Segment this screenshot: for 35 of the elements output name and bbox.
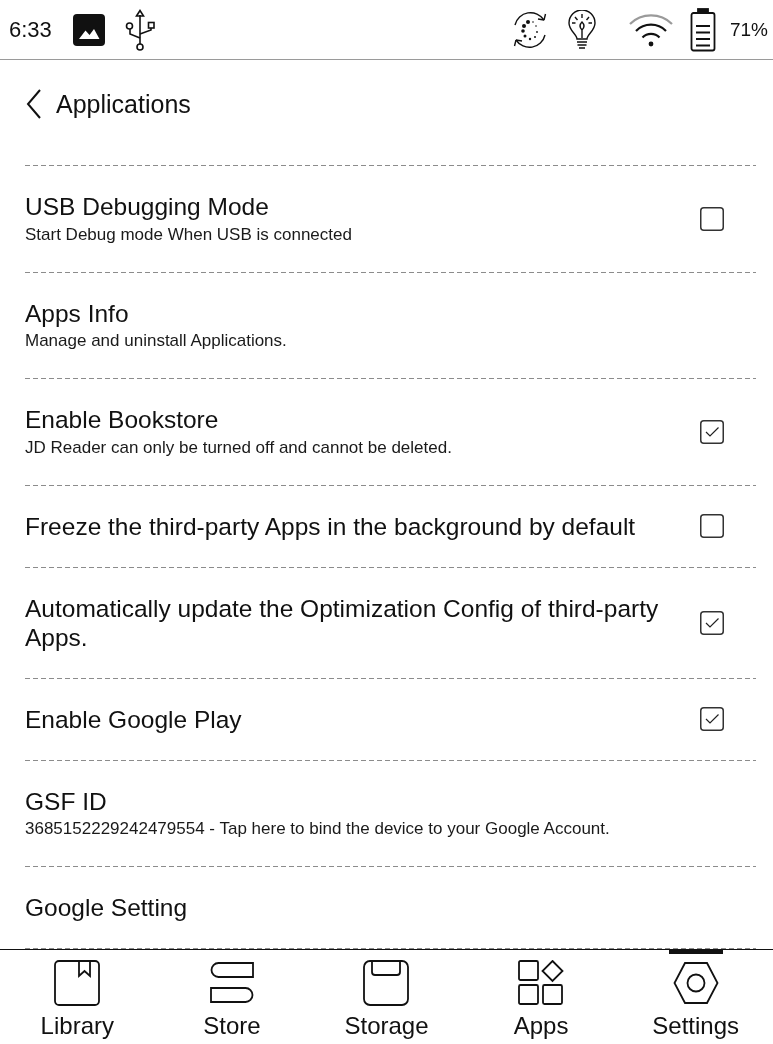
setting-title[interactable]: Apps Info (25, 298, 724, 328)
setting-title[interactable]: Enable Bookstore (25, 405, 692, 434)
app-grid-icon (518, 960, 565, 1006)
nav-tab[interactable]: Storage (309, 950, 464, 1044)
checkbox[interactable] (700, 206, 724, 231)
checkbox[interactable] (700, 419, 724, 444)
setting-description: JD Reader can only be turned off and cannot be deleted. (25, 436, 453, 459)
pill-stack-icon (208, 960, 255, 1006)
wifi-icon (627, 12, 674, 47)
setting-description: Start Debug mode When USB is connected (25, 223, 353, 246)
setting-title[interactable]: Freeze the third-party Apps in the background by default (25, 511, 692, 541)
nav-tab[interactable]: Library (0, 950, 155, 1044)
battery-icon (689, 7, 716, 52)
status-time: 6:33 (9, 16, 52, 43)
back-button[interactable] (25, 88, 43, 120)
book-icon (54, 960, 101, 1006)
setting-title[interactable]: GSF ID (25, 786, 724, 816)
nav-tab[interactable]: Store (154, 950, 310, 1044)
page-title: Applications (56, 89, 191, 120)
battery-percentage: 71% (729, 18, 768, 41)
setting-title[interactable]: Automatically update the Optimization Config of third-party Apps. (25, 593, 692, 652)
setting-title[interactable]: Enable Google Play (25, 704, 692, 734)
setting-description: 3685152229242479554 - Tap here to bind the device to your Google Account. (25, 818, 611, 840)
settings-icon (672, 960, 719, 1006)
lightbulb-icon (565, 9, 598, 50)
setting-title[interactable]: Google Setting (25, 893, 724, 922)
checkbox[interactable] (700, 707, 724, 731)
setting-description: Manage and uninstall Applications. (25, 330, 288, 352)
image-icon (72, 13, 105, 46)
tray-icon (363, 960, 410, 1006)
setting-title[interactable]: USB Debugging Mode (25, 192, 692, 221)
nav-tab[interactable]: Settings (618, 950, 773, 1044)
checkbox[interactable] (700, 610, 724, 635)
nav-tab[interactable]: Apps (463, 950, 619, 1044)
checkbox[interactable] (700, 514, 724, 538)
